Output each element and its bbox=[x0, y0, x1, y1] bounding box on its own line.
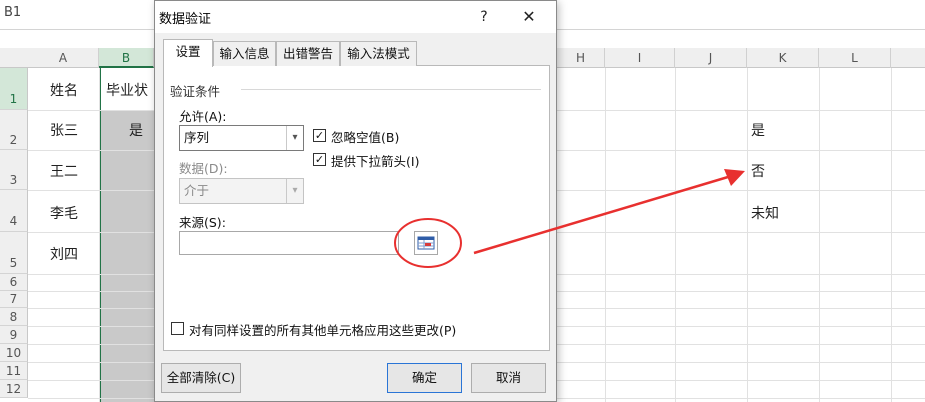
dialog-title: 数据验证 bbox=[159, 12, 212, 27]
row-header-4[interactable]: 4 bbox=[0, 190, 28, 232]
row-header-8[interactable]: 8 bbox=[0, 308, 28, 326]
clear-all-button[interactable]: 全部清除(C) bbox=[161, 363, 241, 393]
cell-k4[interactable]: 未知 bbox=[751, 203, 779, 223]
data-select-value: 介于 bbox=[184, 183, 210, 198]
column-header-i[interactable]: I bbox=[605, 48, 675, 68]
tab-input-message[interactable]: 输入信息 bbox=[213, 41, 276, 66]
in-cell-dropdown-label: 提供下拉箭头(I) bbox=[331, 154, 420, 169]
column-header-k[interactable]: K bbox=[747, 48, 819, 68]
cell-k3[interactable]: 否 bbox=[751, 161, 765, 181]
group-divider bbox=[241, 89, 541, 90]
row-header-12[interactable]: 12 bbox=[0, 380, 28, 398]
help-button[interactable]: ? bbox=[473, 6, 495, 28]
cell-a4[interactable]: 李毛 bbox=[50, 203, 78, 223]
column-header-b[interactable]: B bbox=[99, 48, 154, 68]
row-header-10[interactable]: 10 bbox=[0, 344, 28, 362]
gridline bbox=[99, 68, 100, 402]
row-header-3[interactable]: 3 bbox=[0, 150, 28, 190]
gridline bbox=[747, 68, 748, 402]
column-header-j[interactable]: J bbox=[675, 48, 747, 68]
selected-range-b[interactable] bbox=[99, 68, 154, 402]
name-box[interactable]: B1 bbox=[4, 5, 21, 20]
in-cell-dropdown-checkbox[interactable]: ✓ bbox=[313, 153, 326, 166]
close-button[interactable]: ✕ bbox=[517, 6, 541, 28]
cell-b1[interactable]: 毕业状 bbox=[106, 80, 148, 100]
dialog-titlebar[interactable]: 数据验证 ? ✕ bbox=[155, 1, 556, 33]
annotation-arrowhead bbox=[724, 169, 745, 186]
column-header-l[interactable]: L bbox=[819, 48, 891, 68]
tab-ime-mode[interactable]: 输入法模式 bbox=[340, 41, 417, 66]
row-header-2[interactable]: 2 bbox=[0, 110, 28, 150]
row-header-7[interactable]: 7 bbox=[0, 291, 28, 308]
row-header-11[interactable]: 11 bbox=[0, 362, 28, 380]
ignore-blank-checkbox[interactable]: ✓ bbox=[313, 129, 326, 142]
cancel-button[interactable]: 取消 bbox=[471, 363, 546, 393]
ignore-blank-label: 忽略空值(B) bbox=[331, 130, 400, 145]
row-header-1[interactable]: 1 bbox=[0, 68, 28, 110]
source-input[interactable] bbox=[179, 231, 399, 255]
tab-settings[interactable]: 设置 bbox=[163, 39, 213, 67]
apply-all-checkbox[interactable] bbox=[171, 322, 184, 335]
tab-error-alert[interactable]: 出错警告 bbox=[276, 41, 340, 66]
chevron-down-icon[interactable]: ▾ bbox=[286, 126, 303, 150]
cell-a2[interactable]: 张三 bbox=[50, 120, 78, 140]
ok-button[interactable]: 确定 bbox=[387, 363, 462, 393]
data-label: 数据(D): bbox=[179, 161, 228, 176]
cell-a5[interactable]: 刘四 bbox=[50, 244, 78, 264]
cell-a1[interactable]: 姓名 bbox=[50, 80, 78, 100]
data-validation-dialog: 数据验证 ? ✕ 设置 输入信息 出错警告 输入法模式 验证条件 允许(A): … bbox=[154, 0, 557, 402]
gridline bbox=[891, 68, 892, 402]
data-select: 介于 ▾ bbox=[179, 178, 304, 204]
row-header-6[interactable]: 6 bbox=[0, 274, 28, 291]
cell-a3[interactable]: 王二 bbox=[50, 161, 78, 181]
column-header-a[interactable]: A bbox=[28, 48, 99, 68]
allow-select-value: 序列 bbox=[184, 130, 210, 145]
chevron-down-icon: ▾ bbox=[286, 179, 303, 203]
row-header-9[interactable]: 9 bbox=[0, 326, 28, 344]
row-header-5[interactable]: 5 bbox=[0, 232, 28, 274]
apply-all-label: 对有同样设置的所有其他单元格应用这些更改(P) bbox=[189, 323, 457, 338]
gridline bbox=[819, 68, 820, 402]
validation-criteria-label: 验证条件 bbox=[170, 84, 221, 99]
cell-b2[interactable]: 是 bbox=[129, 120, 143, 140]
allow-select[interactable]: 序列 ▾ bbox=[179, 125, 304, 151]
gridline bbox=[605, 68, 606, 402]
collapse-dialog-button[interactable] bbox=[414, 231, 438, 255]
gridline bbox=[675, 68, 676, 402]
cell-k2[interactable]: 是 bbox=[751, 120, 765, 140]
range-select-icon bbox=[417, 236, 435, 250]
allow-label: 允许(A): bbox=[179, 109, 227, 124]
source-label: 来源(S): bbox=[179, 215, 226, 230]
column-header-h[interactable]: H bbox=[557, 48, 605, 68]
